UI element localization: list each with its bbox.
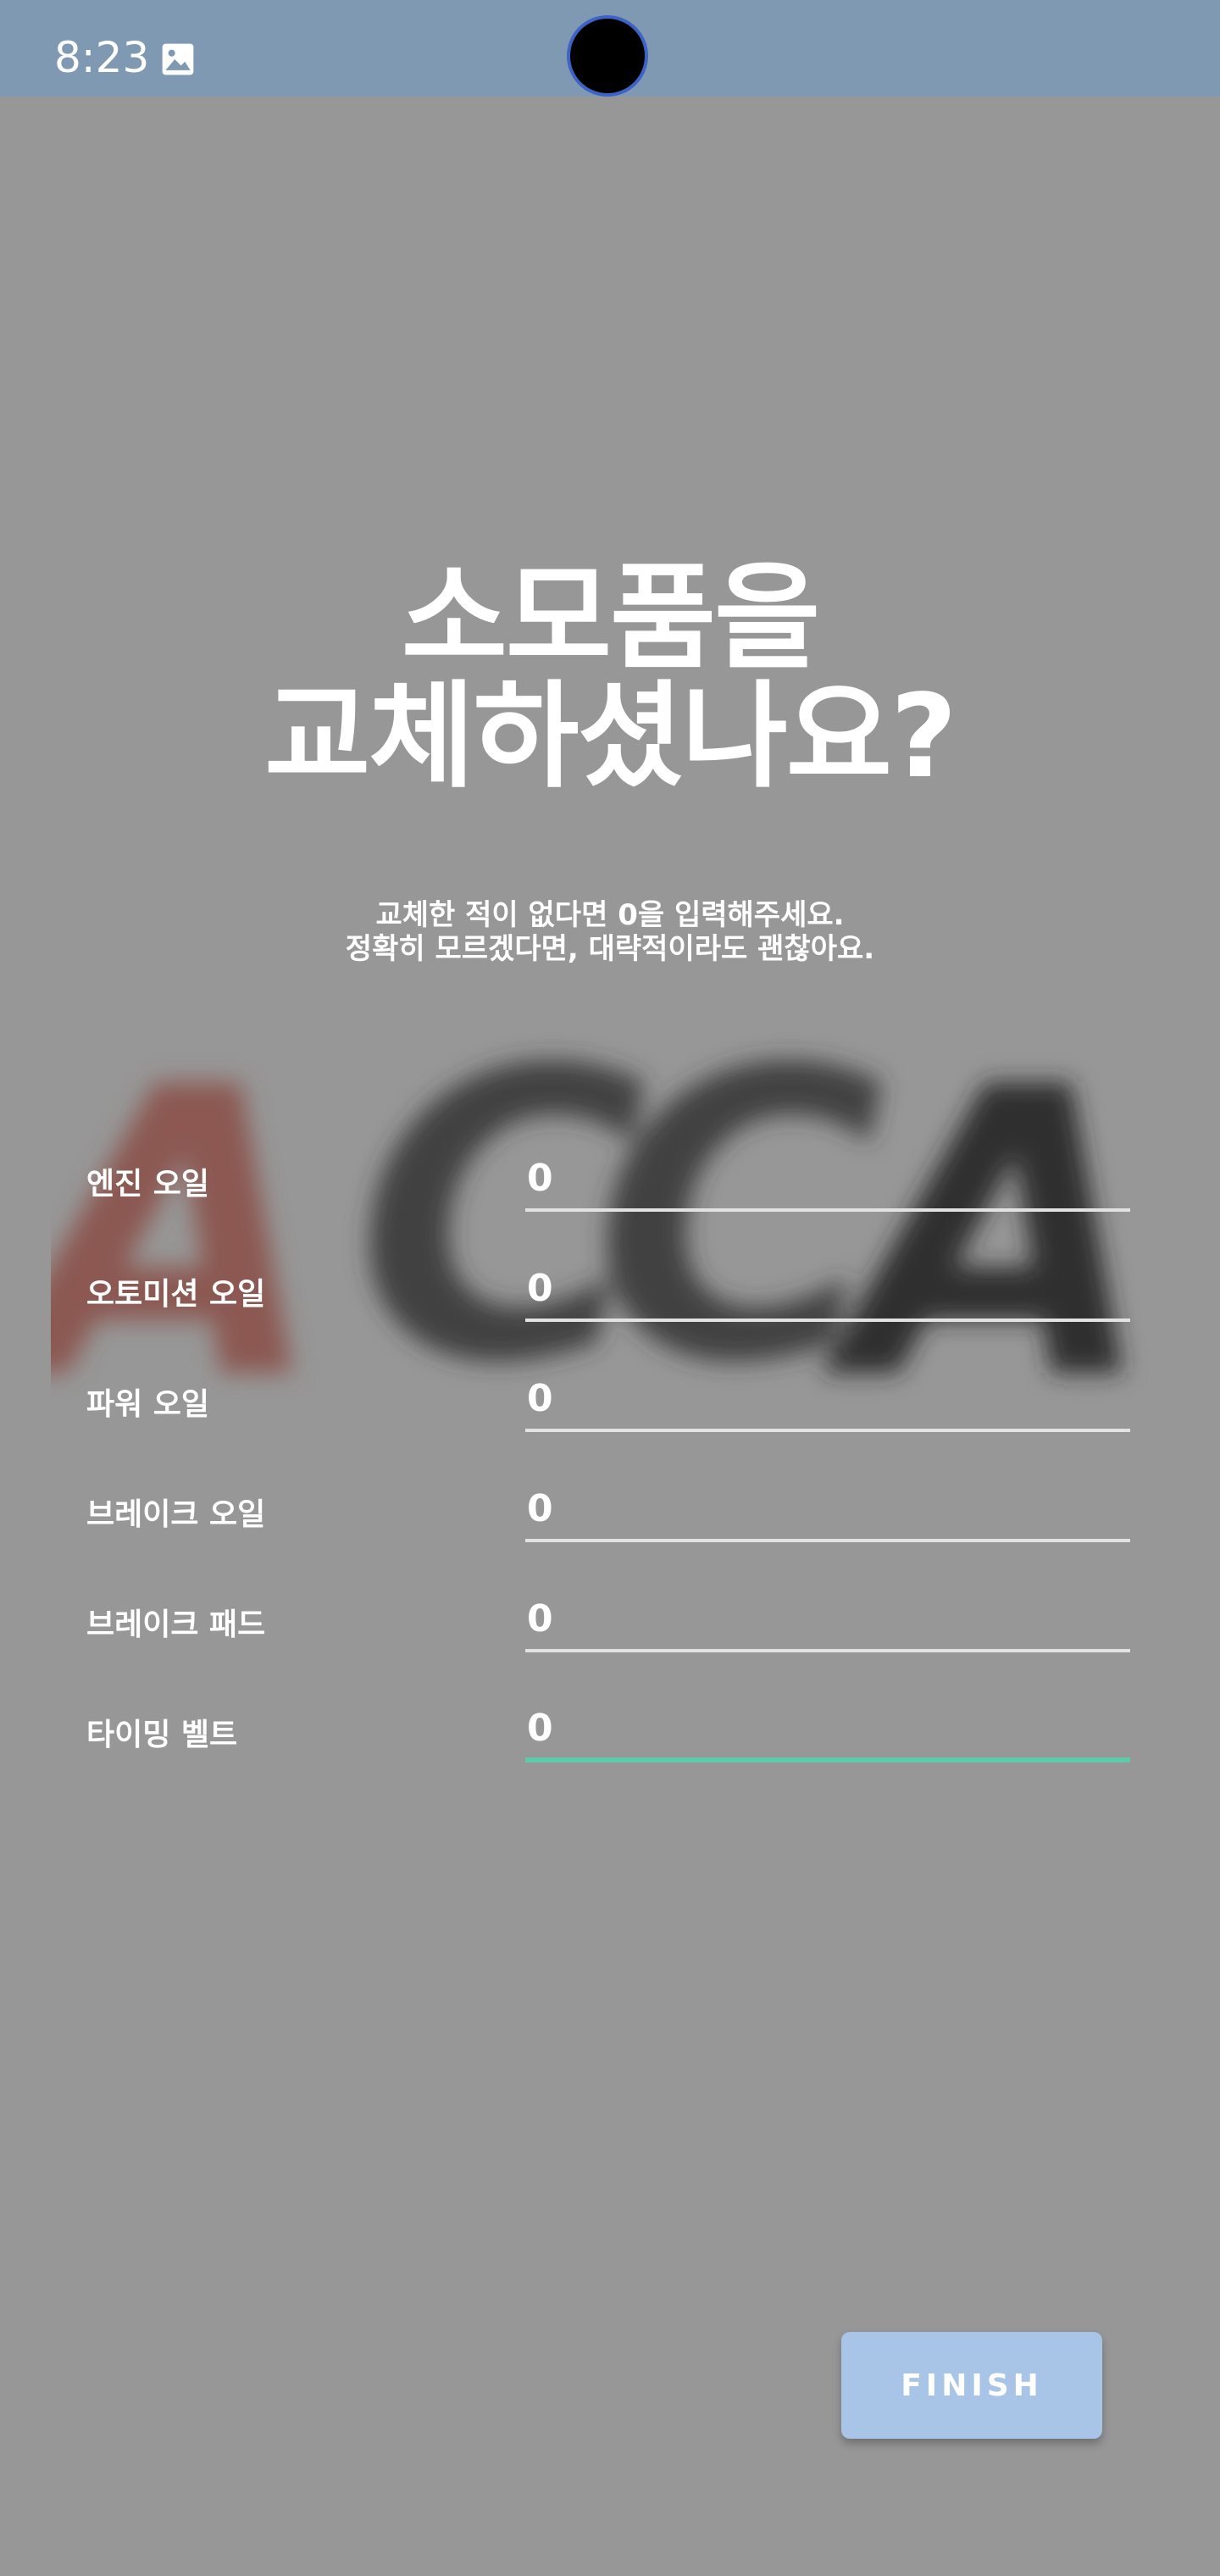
brake-pad-label: 브레이크 패드 — [86, 1607, 266, 1642]
image-icon — [162, 43, 194, 75]
form-row-brake-pad: 브레이크 패드 — [0, 1576, 1220, 1686]
form-row-engine-oil: 엔진 오일 — [0, 1135, 1220, 1246]
timing-belt-label: 타이밍 벨트 — [86, 1718, 238, 1752]
page-title-line2: 교체하셨나요? — [264, 670, 957, 804]
power-oil-input[interactable] — [525, 1368, 1130, 1432]
subtitle-line1: 교체한 적이 없다면 0을 입력해주세요. — [375, 898, 845, 932]
status-time: 8:23 — [54, 33, 150, 82]
timing-belt-input[interactable] — [525, 1698, 1130, 1763]
transmission-oil-label: 오토미션 오일 — [86, 1277, 266, 1312]
form-row-timing-belt: 타이밍 벨트 — [0, 1686, 1220, 1796]
power-oil-label: 파워 오일 — [86, 1387, 210, 1422]
brake-oil-label: 브레이크 오일 — [86, 1497, 266, 1532]
form-row-transmission-oil: 오토미션 오일 — [0, 1246, 1220, 1356]
form-row-power-oil: 파워 오일 — [0, 1356, 1220, 1466]
brake-pad-input[interactable] — [525, 1588, 1130, 1652]
subtitle-line2: 정확히 모르겠다면, 대략적이라도 괜찮아요. — [345, 932, 875, 966]
engine-oil-label: 엔진 오일 — [86, 1167, 210, 1202]
front-camera-cutout — [567, 15, 648, 97]
page-title-line1: 소모품을 — [401, 552, 820, 686]
form-row-brake-oil: 브레이크 오일 — [0, 1466, 1220, 1576]
finish-button[interactable]: FINISH — [841, 2332, 1102, 2439]
status-bar: 8:23 — [0, 0, 1220, 97]
transmission-oil-input[interactable] — [525, 1257, 1130, 1322]
brake-oil-input[interactable] — [525, 1478, 1130, 1542]
engine-oil-input[interactable] — [525, 1147, 1130, 1212]
